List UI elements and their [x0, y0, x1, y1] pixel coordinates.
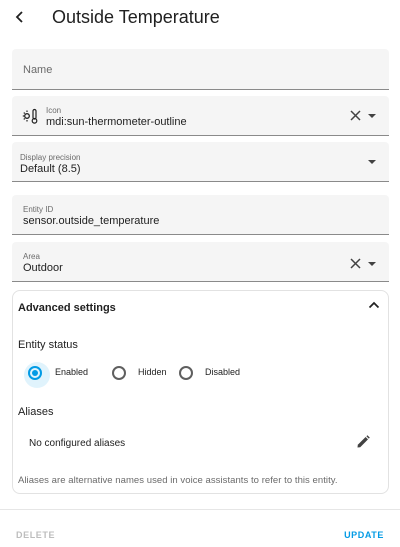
- radio-disabled-label: Disabled: [205, 367, 241, 377]
- icon-field-value: mdi:sun-thermometer-outline: [46, 116, 187, 128]
- icon-field-label: Icon: [46, 106, 62, 115]
- aliases-helper-text: Aliases are alternative names used in vo…: [18, 475, 338, 486]
- caret-down-icon: [368, 261, 376, 266]
- collapse-button[interactable]: [368, 301, 380, 309]
- caret-down-icon: [368, 160, 376, 164]
- precision-value: Default (8.5): [20, 163, 81, 175]
- radio-enabled[interactable]: [24, 362, 50, 388]
- area-field[interactable]: Area Outdoor: [12, 242, 389, 282]
- radio-enabled-label: Enabled: [55, 367, 89, 377]
- entity-id-value: sensor.outside_temperature: [23, 215, 160, 227]
- entity-status-radio-group: Enabled Hidden Disabled: [24, 362, 387, 388]
- back-button[interactable]: [8, 5, 32, 29]
- footer-divider: [0, 509, 400, 510]
- sun-thermometer-icon: [22, 108, 38, 124]
- clear-area-button[interactable]: [350, 258, 361, 269]
- pencil-icon: [357, 435, 370, 448]
- delete-button[interactable]: DELETE: [16, 530, 55, 540]
- advanced-settings-panel: Advanced settings Entity status Enabled …: [12, 290, 389, 494]
- name-field[interactable]: Name: [12, 49, 389, 90]
- entity-id-field[interactable]: Entity ID sensor.outside_temperature: [12, 195, 389, 235]
- edit-aliases-button[interactable]: [356, 435, 370, 449]
- area-value: Outdoor: [23, 262, 63, 274]
- dialog-header: Outside Temperature: [0, 0, 400, 36]
- advanced-settings-title: Advanced settings: [18, 302, 116, 314]
- icon-field[interactable]: Icon mdi:sun-thermometer-outline: [12, 96, 389, 136]
- area-label: Area: [23, 252, 40, 261]
- radio-hidden-label: Hidden: [138, 367, 167, 377]
- update-button[interactable]: UPDATE: [344, 530, 384, 540]
- arrow-left-icon: [15, 11, 23, 23]
- chevron-up-icon: [368, 301, 380, 309]
- close-icon: [350, 258, 361, 269]
- entity-status-label: Entity status: [18, 339, 78, 351]
- display-precision-select[interactable]: Display precision Default (8.5): [12, 142, 389, 182]
- icon-dropdown-button[interactable]: [367, 113, 377, 119]
- page-title: Outside Temperature: [52, 7, 220, 27]
- name-field-label: Name: [23, 64, 53, 76]
- close-icon: [350, 110, 361, 121]
- clear-icon-button[interactable]: [350, 110, 361, 121]
- entity-id-label: Entity ID: [23, 205, 54, 214]
- precision-label: Display precision: [20, 153, 81, 162]
- caret-down-icon: [368, 113, 376, 118]
- advanced-settings-header[interactable]: Advanced settings: [13, 291, 388, 325]
- radio-hidden[interactable]: [112, 366, 126, 380]
- aliases-label: Aliases: [18, 406, 54, 418]
- aliases-empty-text: No configured aliases: [29, 438, 126, 449]
- area-dropdown-button[interactable]: [367, 261, 377, 267]
- radio-disabled[interactable]: [179, 366, 193, 380]
- precision-dropdown-button[interactable]: [367, 159, 377, 165]
